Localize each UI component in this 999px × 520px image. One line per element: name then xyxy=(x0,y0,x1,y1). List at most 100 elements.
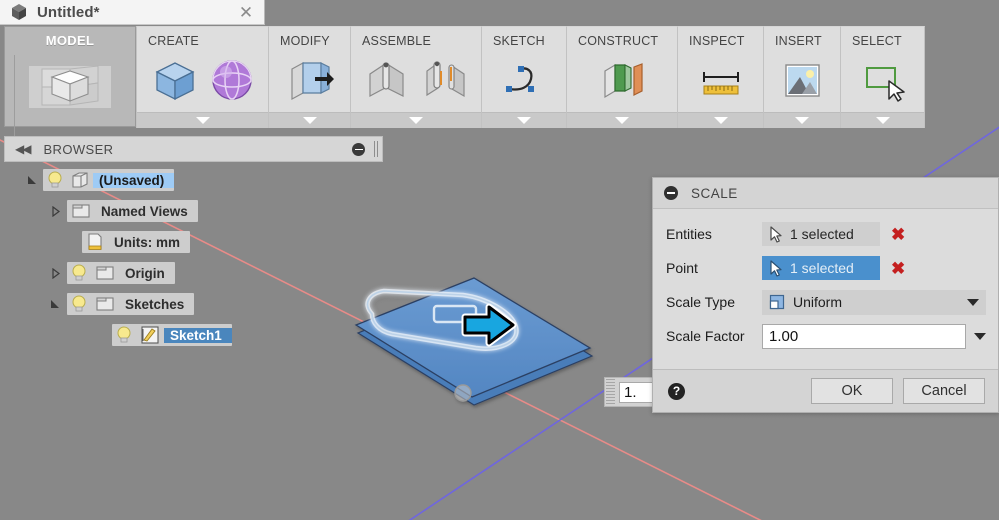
units-doc-icon xyxy=(82,232,108,252)
scale-factor-input[interactable]: 1.00 xyxy=(762,323,966,349)
tree-item-label: Sketch1 xyxy=(164,327,232,343)
tree-item-label: Named Views xyxy=(95,203,198,219)
panel-overflow-sketch[interactable] xyxy=(482,112,566,128)
browser-header: ◀◀ BROWSER xyxy=(4,136,383,162)
ribbon-panel-create: CREATE xyxy=(136,26,269,128)
sphere-icon[interactable] xyxy=(207,55,257,105)
panel-overflow-create[interactable] xyxy=(137,112,268,128)
visibility-bulb-icon[interactable] xyxy=(112,325,136,345)
ribbon-toolbar: MODEL CREATE MODIFY ASSEMBLE SKETCH CONS… xyxy=(0,25,925,139)
sketch-icon xyxy=(136,325,164,345)
tree-item-named-views[interactable]: Named Views xyxy=(4,199,383,223)
drag-handle-icon[interactable] xyxy=(606,379,615,405)
tree-item-label: Sketches xyxy=(119,296,195,312)
panel-overflow-assemble[interactable] xyxy=(351,112,481,128)
uniform-scale-icon xyxy=(769,294,785,310)
close-icon[interactable]: ✕ xyxy=(234,0,258,24)
visibility-bulb-icon[interactable] xyxy=(43,170,67,190)
chevron-down-icon xyxy=(875,117,890,124)
entities-selection-field[interactable]: 1 selected xyxy=(762,222,880,246)
red-x-icon[interactable]: ✖ xyxy=(891,260,905,277)
tree-item-sketches[interactable]: Sketches xyxy=(4,292,383,316)
panel-overflow-inspect[interactable] xyxy=(678,112,763,128)
double-chevron-left-icon[interactable]: ◀◀ xyxy=(15,142,32,156)
ribbon-panel-inspect: INSPECT xyxy=(678,26,764,128)
chevron-down-icon xyxy=(795,117,809,124)
workspace-tab-model[interactable]: MODEL xyxy=(4,26,136,139)
panel-overflow-modify[interactable] xyxy=(269,112,350,128)
panel-title: MODIFY xyxy=(280,34,330,48)
field-row-entities: Entities 1 selected ✖ xyxy=(653,219,998,249)
select-cursor-icon xyxy=(770,225,782,243)
panel-title: INSERT xyxy=(775,34,822,48)
chevron-down-icon xyxy=(302,117,317,124)
point-selection-value: 1 selected xyxy=(790,260,854,276)
scale-dialog-header[interactable]: SCALE xyxy=(653,178,998,209)
folder-icon xyxy=(91,264,119,282)
scale-type-dropdown[interactable]: Uniform xyxy=(762,289,986,315)
tree-item-label: Origin xyxy=(119,265,175,281)
scale-type-value: Uniform xyxy=(793,294,843,310)
measure-ruler-icon[interactable] xyxy=(696,55,746,105)
ribbon-panel-modify: MODIFY xyxy=(269,26,351,128)
minus-circle-icon[interactable] xyxy=(352,142,365,156)
press-pull-icon[interactable] xyxy=(285,55,335,105)
twisty-collapsed-icon[interactable] xyxy=(49,205,62,217)
origin-point-marker xyxy=(454,384,472,402)
select-window-icon[interactable] xyxy=(858,55,908,105)
panel-overflow-select[interactable] xyxy=(841,112,924,128)
point-selection-field[interactable]: 1 selected xyxy=(762,256,880,280)
insert-image-icon[interactable] xyxy=(778,56,826,104)
visibility-bulb-icon[interactable] xyxy=(67,294,91,314)
as-built-joint-icon[interactable] xyxy=(420,55,470,105)
field-row-scale-type: Scale Type Uniform xyxy=(653,287,998,317)
tree-item-sketch1[interactable]: Sketch1 xyxy=(4,323,383,347)
ribbon-grip-icon[interactable] xyxy=(14,55,21,139)
panel-overflow-construct[interactable] xyxy=(567,112,677,128)
folder-icon xyxy=(91,295,119,313)
browser-tree: (Unsaved) Named Views Units: mm Origin S… xyxy=(4,168,383,347)
component-icon xyxy=(67,171,93,189)
ribbon-panel-select: SELECT xyxy=(841,26,925,128)
box-icon[interactable] xyxy=(149,55,199,105)
scale-dialog-title: SCALE xyxy=(691,185,738,201)
spline-icon[interactable] xyxy=(499,55,549,105)
field-label-entities: Entities xyxy=(666,226,712,242)
chevron-down-icon xyxy=(615,117,629,124)
construct-plane-icon[interactable] xyxy=(597,55,647,105)
vertical-grip-icon[interactable] xyxy=(374,141,378,157)
ribbon-panel-assemble: ASSEMBLE xyxy=(351,26,482,128)
visibility-bulb-icon[interactable] xyxy=(67,263,91,283)
panel-title: CREATE xyxy=(148,34,199,48)
twisty-expanded-icon[interactable] xyxy=(49,299,62,310)
panel-title: CONSTRUCT xyxy=(578,34,659,48)
tree-item-unsaved[interactable]: (Unsaved) xyxy=(4,168,383,192)
panel-title: SELECT xyxy=(852,34,902,48)
scale-dialog: SCALE Entities 1 selected ✖ Point 1 sele… xyxy=(652,177,999,413)
tree-item-origin[interactable]: Origin xyxy=(4,261,383,285)
select-cursor-icon xyxy=(770,259,782,277)
chevron-down-icon[interactable] xyxy=(974,332,986,340)
panel-overflow-insert[interactable] xyxy=(764,112,840,128)
twisty-expanded-icon[interactable] xyxy=(26,175,39,186)
panel-title: INSPECT xyxy=(689,34,745,48)
field-label-point: Point xyxy=(666,260,698,276)
tree-item-units[interactable]: Units: mm xyxy=(4,230,383,254)
chevron-down-icon[interactable] xyxy=(967,298,979,306)
cancel-button[interactable]: Cancel xyxy=(903,378,985,404)
joint-icon[interactable] xyxy=(362,55,412,105)
document-tab[interactable]: Untitled* ✕ xyxy=(0,0,265,25)
entities-selection-value: 1 selected xyxy=(790,226,854,242)
tree-item-label: (Unsaved) xyxy=(93,172,175,188)
twisty-collapsed-icon[interactable] xyxy=(49,267,62,279)
chevron-down-icon xyxy=(409,117,423,124)
ok-button[interactable]: OK xyxy=(811,378,893,404)
minus-circle-icon[interactable] xyxy=(664,186,678,200)
field-row-scale-factor: Scale Factor 1.00 xyxy=(653,321,998,351)
workspace-tab-label: MODEL xyxy=(45,33,95,48)
red-x-icon[interactable]: ✖ xyxy=(891,226,905,243)
help-question-icon[interactable]: ? xyxy=(668,382,685,400)
model-cube-icon xyxy=(29,65,111,108)
ribbon-panel-insert: INSERT xyxy=(764,26,841,128)
ribbon-panel-construct: CONSTRUCT xyxy=(567,26,678,128)
